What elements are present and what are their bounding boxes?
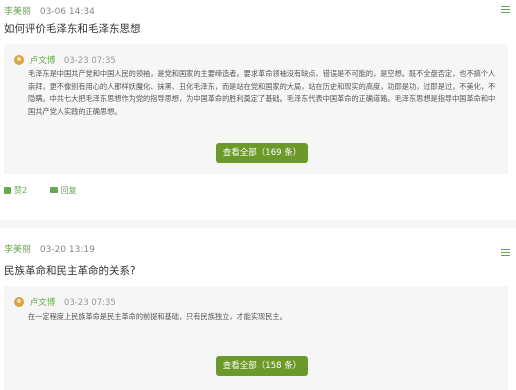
reply-icon	[49, 187, 58, 193]
reply-button[interactable]: 回复	[49, 185, 77, 196]
post-time: 03-20 13:19	[39, 245, 95, 255]
answer-time: 03-23 07:35	[63, 298, 116, 308]
answer-header: 卢文博 03-23 07:35	[14, 54, 116, 66]
divider	[0, 220, 516, 228]
answer-box: 卢文博 03-23 07:35 在一定程度上民族革命是民主革命的前提和基础，只有…	[4, 286, 508, 390]
answer-author[interactable]: 卢文博	[30, 56, 56, 66]
post-author[interactable]: 李美丽	[4, 7, 31, 17]
view-all-button[interactable]: 查看全部（158 条）	[216, 356, 308, 376]
answer-text: 毛泽东是中国共产党和中国人民的领袖，是党和国家的主要缔造者。要求革命领袖没有缺点…	[28, 69, 496, 116]
like-label: 赞2	[14, 186, 28, 195]
menu-icon[interactable]	[501, 6, 510, 13]
answer-box: 卢文博 03-23 07:35 毛泽东是中国共产党和中国人民的领袖，是党和国家的…	[4, 44, 508, 174]
thumb-up-icon	[4, 187, 11, 194]
answer-time: 03-23 07:35	[63, 56, 116, 66]
answer-header: 卢文博 03-23 07:35	[14, 296, 116, 308]
answer-text: 在一定程度上民族革命是民主革命的前提和基础，只有民族独立，才能实现民主。	[28, 312, 287, 321]
post-meta: 李美丽 03-20 13:19	[4, 242, 95, 255]
avatar[interactable]	[14, 55, 24, 65]
answer-author[interactable]: 卢文博	[30, 298, 56, 308]
menu-icon[interactable]	[501, 249, 510, 256]
reply-label: 回复	[60, 186, 77, 195]
post-time: 03-06 14:34	[39, 7, 95, 17]
question-title[interactable]: 民族革命和民主革命的关系?	[4, 263, 136, 278]
avatar[interactable]	[14, 297, 24, 307]
post-actions: 赞2 回复	[4, 185, 97, 196]
post-meta: 李美丽 03-06 14:34	[4, 4, 95, 17]
post-author[interactable]: 李美丽	[4, 245, 31, 255]
like-button[interactable]: 赞2	[4, 185, 27, 196]
question-title[interactable]: 如何评价毛泽东和毛泽东思想	[4, 21, 141, 36]
view-all-button[interactable]: 查看全部（169 条）	[216, 143, 308, 163]
